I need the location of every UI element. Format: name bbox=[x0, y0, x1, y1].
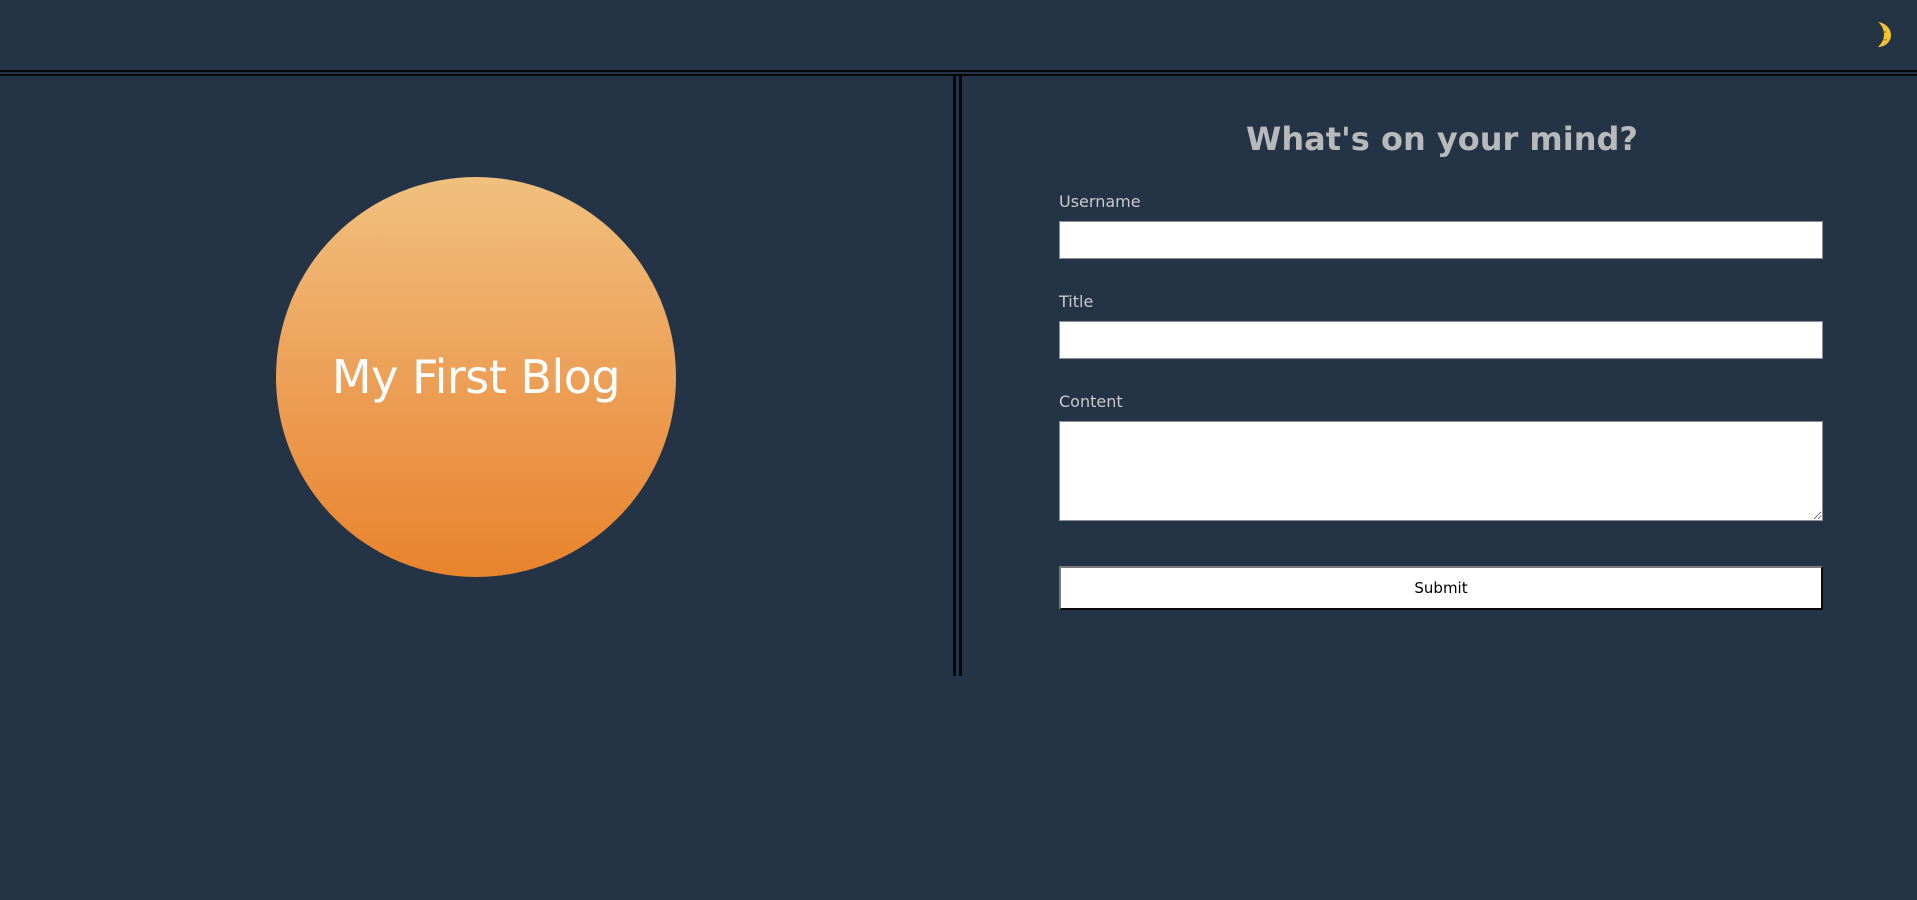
submit-button[interactable]: Submit bbox=[1059, 566, 1823, 610]
theme-toggle-button[interactable] bbox=[1869, 20, 1893, 48]
username-label: Username bbox=[1059, 192, 1141, 211]
blog-title: My First Blog bbox=[331, 350, 621, 404]
top-bar bbox=[0, 0, 1917, 70]
content-label: Content bbox=[1059, 392, 1123, 411]
content-textarea[interactable] bbox=[1059, 421, 1823, 521]
vertical-divider bbox=[953, 76, 962, 676]
crescent-moon-icon bbox=[1878, 22, 1891, 47]
title-label: Title bbox=[1059, 292, 1094, 311]
form-title: What's on your mind? bbox=[1246, 120, 1638, 158]
blog-logo-circle: My First Blog bbox=[276, 177, 676, 577]
username-input[interactable] bbox=[1059, 221, 1823, 259]
post-form-pane: What's on your mind? Username Title Cont… bbox=[962, 76, 1917, 676]
title-input[interactable] bbox=[1059, 321, 1823, 359]
left-pane: My First Blog bbox=[0, 76, 953, 676]
